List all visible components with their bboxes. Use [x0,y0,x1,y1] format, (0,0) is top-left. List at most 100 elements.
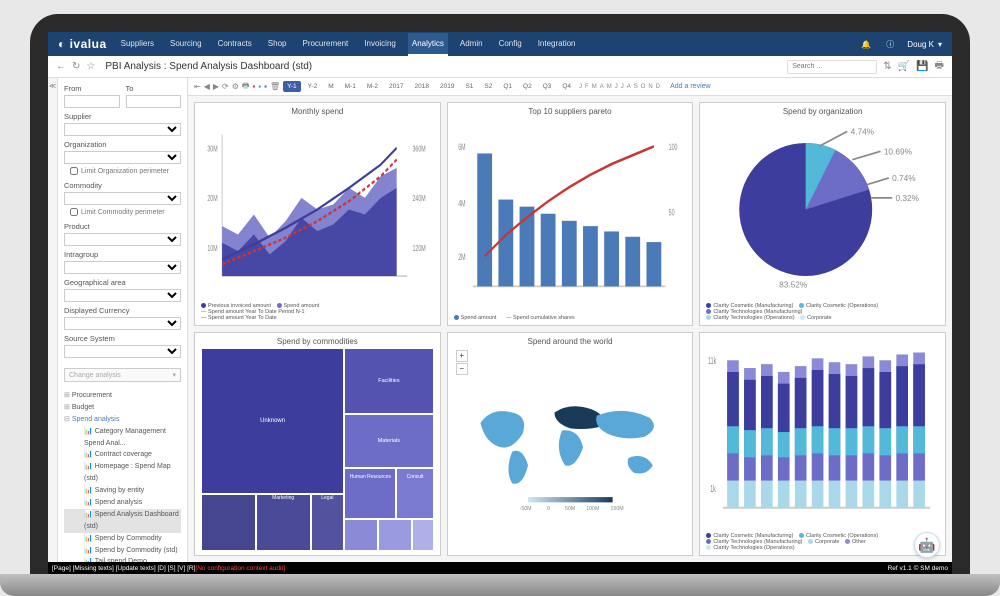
tree-item[interactable]: 📊Saving by entity [64,485,181,497]
nav-contracts[interactable]: Contracts [214,33,256,56]
dashboard-main: ⇤ ◀ ▶ ⟳ ⚙ 🖶 ▪ ▪ ▪ 🗑 Y-1 Y-2 M M-1 M-2 20… [188,78,952,562]
period-btn[interactable]: Q1 [499,81,516,92]
org-perimeter-check[interactable]: Limit Organization perimeter [70,167,181,175]
svg-text:150M: 150M [610,506,623,512]
period-btn[interactable]: M-2 [363,81,382,92]
footer-right: Ref v1.1 © SM demo [888,565,948,572]
from-date-input[interactable] [64,95,120,108]
chevron-down-icon: ▾ [172,371,176,379]
period-btn[interactable]: 2017 [385,81,407,92]
svg-text:1k: 1k [711,484,717,495]
source-select[interactable] [64,345,181,358]
period-btn[interactable]: M [324,81,337,92]
user-name: Doug K [907,40,934,49]
back-icon[interactable]: ← [56,61,66,72]
to-date-input[interactable] [126,95,182,108]
change-analysis-select[interactable]: Change analysis▾ [64,368,181,382]
print-icon[interactable]: 🖶 [935,58,944,75]
tree-item[interactable]: 📊Category Management Spend Anal... [64,426,181,450]
filters-panel: From To Supplier Organization Limit Orga… [58,78,188,562]
word-icon[interactable]: ▪ [264,82,267,91]
period-btn[interactable]: Q4 [558,81,575,92]
user-menu[interactable]: Doug K ▾ [907,40,942,49]
tree-item-selected[interactable]: 📊Spend Analysis Dashboard (std) [64,509,181,533]
svg-text:4M: 4M [458,198,465,209]
trash-icon[interactable]: 🗑 [270,82,280,91]
chart-legend: Spend amount — Spend cumulative shares [454,313,687,321]
product-label: Product [64,222,181,231]
first-icon[interactable]: ⇤ [194,82,201,91]
filter-icon[interactable]: ⇅ [883,61,891,72]
product-select[interactable] [64,233,181,246]
period-btn[interactable]: 2019 [436,81,458,92]
chart-monthly-spend: Monthly spend 30M20M10M 360M240M120M [194,102,441,326]
chart-world-map: Spend around the world + − [447,332,694,556]
chart-pareto: Top 10 suppliers pareto 6M4M2M 10050 [447,102,694,326]
tree-spend[interactable]: ⊟Spend analysis [64,414,181,426]
tree-item[interactable]: 📊Spend by Commodity (std) [64,545,181,557]
chart-legend: Previous invoiced amount Spend amount — … [201,301,434,321]
tree-procurement[interactable]: ⊞Procurement [64,390,181,402]
undo-icon[interactable]: ↻ [72,61,80,72]
tree-item[interactable]: 📊Spend by Commodity [64,533,181,545]
svg-text:6M: 6M [458,141,465,152]
organization-label: Organization [64,140,181,149]
commodity-perimeter-checkbox[interactable] [70,208,78,216]
intragroup-select[interactable] [64,261,181,274]
tree-item[interactable]: 📊Spend analysis [64,497,181,509]
currency-label: Displayed Currency [64,306,181,315]
svg-text:100: 100 [668,141,677,152]
svg-text:-50M: -50M [519,506,531,512]
nav-shop[interactable]: Shop [264,33,291,56]
star-icon[interactable]: ☆ [86,61,95,72]
add-review-link[interactable]: Add a review [670,83,710,90]
commodity-perimeter-check[interactable]: Limit Commodity perimeter [70,208,181,216]
prev-icon[interactable]: ◀ [204,82,210,91]
zoom-in-icon[interactable]: + [456,350,468,362]
period-btn[interactable]: 2018 [411,81,433,92]
period-btn[interactable]: Q3 [539,81,556,92]
nav-analytics[interactable]: Analytics [408,33,448,56]
chatbot-icon[interactable]: 🤖 [914,532,940,558]
nav-procurement[interactable]: Procurement [298,33,352,56]
nav-sourcing[interactable]: Sourcing [166,33,206,56]
nav-integration[interactable]: Integration [534,33,580,56]
chart-spend-by-org: Spend by organization 4.74% 10.69% 0.74%… [699,102,946,326]
svg-text:30M: 30M [207,145,217,153]
settings-icon[interactable]: ⚙ [232,82,239,91]
info-icon[interactable]: ⓘ [883,37,897,51]
nav-config[interactable]: Config [495,33,526,56]
tree-item[interactable]: 📊Contract coverage [64,449,181,461]
nav-invoicing[interactable]: Invoicing [360,33,400,56]
period-y1[interactable]: Y-1 [283,81,301,92]
period-btn[interactable]: S1 [461,81,477,92]
period-btn[interactable]: S2 [480,81,496,92]
tree-budget[interactable]: ⊞Budget [64,402,181,414]
tree-item[interactable]: 📊Homepage : Spend Map (std) [64,461,181,485]
pdf-icon[interactable]: ▪ [252,82,255,91]
refresh-icon[interactable]: ⟳ [222,82,229,91]
period-btn[interactable]: Q2 [519,81,536,92]
search-input[interactable] [787,60,877,74]
supplier-select[interactable] [64,123,181,136]
geo-select[interactable] [64,289,181,302]
chart-stacked-monthly: 11k1k [699,332,946,556]
next-icon[interactable]: ▶ [213,82,219,91]
period-btn[interactable]: Y-2 [304,81,322,92]
period-btn[interactable]: M-1 [341,81,360,92]
sub-toolbar: ← ↻ ☆ PBI Analysis : Spend Analysis Dash… [48,56,952,78]
organization-select[interactable] [64,151,181,164]
save-icon[interactable]: 💾 [916,61,928,72]
zoom-out-icon[interactable]: − [456,363,468,375]
collapse-panel[interactable]: ≪ [48,78,58,562]
org-perimeter-checkbox[interactable] [70,167,78,175]
nav-suppliers[interactable]: Suppliers [117,33,158,56]
commodity-label: Commodity [64,181,181,190]
bell-icon[interactable]: 🔔 [859,37,873,51]
print2-icon[interactable]: 🖶 [242,80,250,94]
commodity-select[interactable] [64,192,181,205]
excel-icon[interactable]: ▪ [258,82,261,91]
nav-admin[interactable]: Admin [456,33,487,56]
cart-icon[interactable]: 🛒 [898,61,910,72]
currency-select[interactable] [64,317,181,330]
